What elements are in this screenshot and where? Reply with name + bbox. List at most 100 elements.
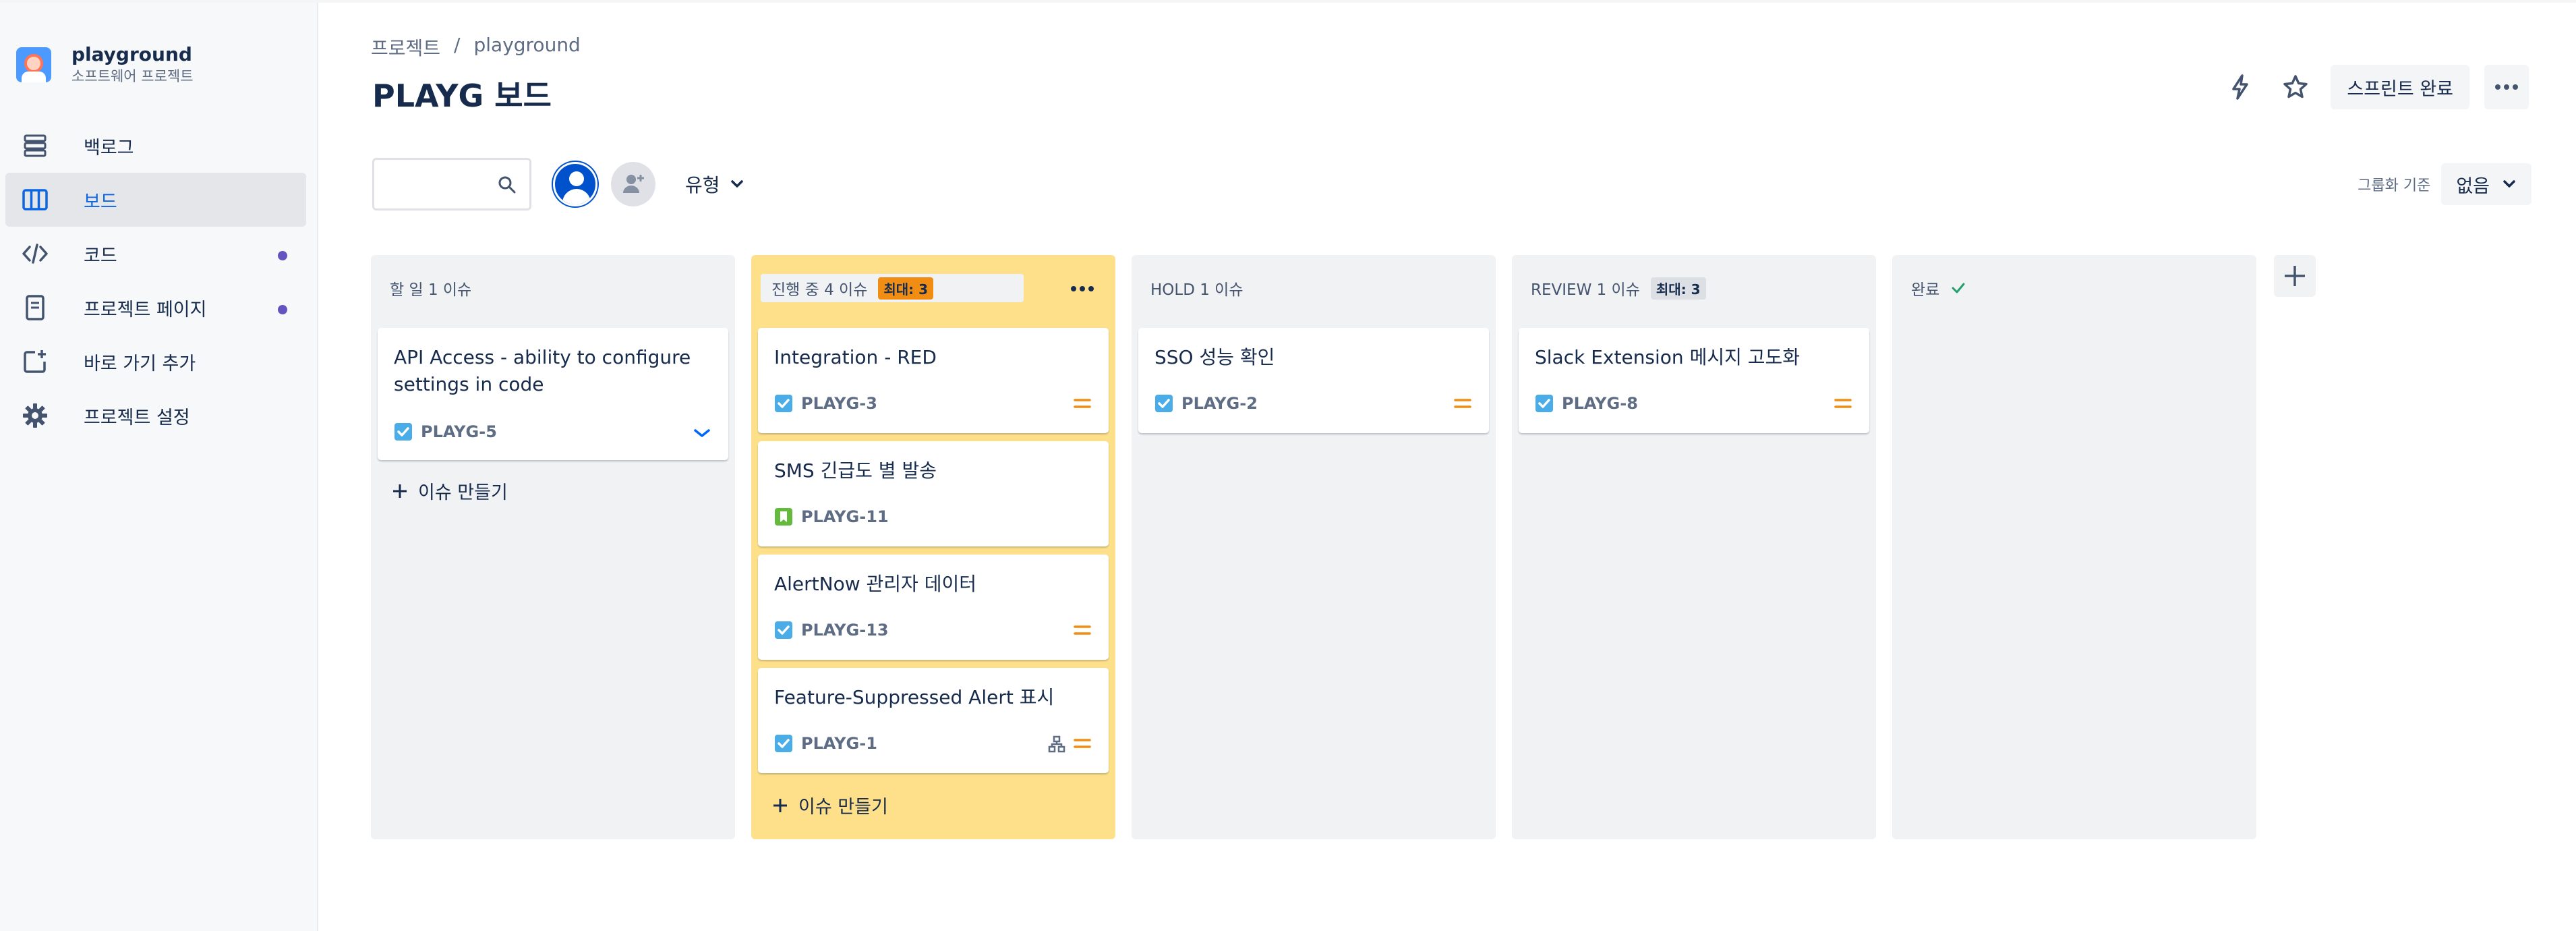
issue-title: Feature-Suppressed Alert 표시 [774, 686, 1055, 708]
sidebar-item-label: 프로젝트 페이지 [84, 299, 207, 320]
column-more-button[interactable] [1065, 275, 1099, 302]
task-icon [775, 621, 792, 639]
more-icon [1071, 286, 1094, 291]
issue-footer: PLAYG-11 [774, 507, 889, 526]
priority-medium-icon [1074, 625, 1091, 635]
column-title: HOLD 1 이슈 [1150, 281, 1243, 299]
plus-icon [773, 798, 787, 812]
board-icon [20, 185, 50, 215]
issue-card[interactable]: API Access - ability to configure settin… [378, 328, 728, 460]
column-review: REVIEW 1 이슈 최대: 3 Slack Extension 메시지 고도… [1512, 255, 1876, 839]
column-title: 완료 [1911, 281, 1940, 299]
column-title: 진행 중 4 이슈 [771, 281, 868, 299]
create-issue-label: 이슈 만들기 [418, 482, 508, 503]
wip-limit-badge: 최대: 3 [878, 277, 934, 300]
issue-card[interactable]: SMS 긴급도 별 발송 PLAYG-11 [758, 441, 1109, 546]
priority-medium-icon [1454, 399, 1471, 408]
column-header[interactable]: 진행 중 4 이슈 최대: 3 [761, 274, 1024, 302]
column-hold: HOLD 1 이슈 SSO 성능 확인 PLAYG-2 [1132, 255, 1496, 839]
sidebar-item-label: 백로그 [84, 137, 134, 159]
issue-key[interactable]: PLAYG-3 [801, 394, 877, 413]
issue-key[interactable]: PLAYG-13 [801, 621, 889, 640]
create-issue-button[interactable]: 이슈 만들기 [391, 478, 508, 504]
priority-low-icon [694, 429, 710, 437]
column-header[interactable]: 할 일 1 이슈 [390, 277, 471, 300]
issue-key[interactable]: PLAYG-11 [801, 507, 889, 526]
complete-sprint-button[interactable]: 스프린트 완료 [2331, 65, 2469, 109]
issue-title: API Access - ability to configure settin… [394, 346, 691, 395]
chevron-down-icon [730, 180, 743, 188]
issue-title: Slack Extension 메시지 고도화 [1535, 346, 1801, 368]
star-button[interactable] [2275, 67, 2316, 107]
type-filter-dropdown[interactable]: 유형 [685, 171, 744, 198]
priority-medium-icon [1834, 399, 1852, 408]
project-header[interactable]: playground 소프트웨어 프로젝트 [16, 43, 194, 86]
issue-key[interactable]: PLAYG-2 [1181, 394, 1258, 413]
check-icon [1952, 283, 1965, 293]
sidebar-item-label: 코드 [84, 245, 117, 266]
issue-footer: PLAYG-8 [1535, 394, 1638, 413]
breadcrumb-projects-link[interactable]: 프로젝트 [371, 34, 440, 61]
search-input[interactable] [382, 169, 490, 199]
sidebar-item-add-shortcut[interactable]: 바로 가기 추가 [5, 335, 306, 389]
issue-card[interactable]: Integration - RED PLAYG-3 [758, 328, 1109, 433]
sidebar-item-label: 프로젝트 설정 [84, 407, 190, 428]
sidebar-item-backlog[interactable]: 백로그 [5, 119, 306, 173]
task-icon [394, 423, 412, 441]
star-icon [2283, 75, 2308, 98]
user-avatar-filter[interactable] [553, 162, 597, 206]
sidebar-item-project-pages[interactable]: 프로젝트 페이지 [5, 281, 306, 335]
issue-footer: PLAYG-1 [774, 734, 877, 753]
column-title: 할 일 1 이슈 [390, 281, 472, 299]
plus-icon [393, 484, 407, 498]
gear-icon [20, 401, 50, 430]
more-icon [2495, 84, 2518, 90]
board-toolbar: 유형 [372, 158, 744, 210]
group-by-value: 없음 [2456, 175, 2490, 197]
priority-medium-icon [1074, 739, 1091, 748]
issue-card[interactable]: Slack Extension 메시지 고도화 PLAYG-8 [1519, 328, 1869, 433]
sidebar-item-board[interactable]: 보드 [5, 173, 306, 227]
column-header[interactable]: 완료 [1911, 277, 1966, 300]
chevron-down-icon [2503, 180, 2515, 188]
search-icon [498, 176, 516, 194]
code-icon [20, 239, 50, 269]
top-border [0, 0, 2576, 3]
issue-footer: PLAYG-3 [774, 394, 877, 413]
group-by-select[interactable]: 없음 [2441, 163, 2531, 205]
issue-title: SMS 긴급도 별 발송 [774, 459, 937, 482]
create-issue-button[interactable]: 이슈 만들기 [771, 792, 888, 818]
task-icon [775, 735, 792, 752]
backlog-icon [20, 131, 50, 161]
page-icon [20, 293, 50, 322]
add-people-button[interactable] [611, 162, 655, 206]
issue-key[interactable]: PLAYG-5 [421, 422, 497, 441]
sidebar-item-code[interactable]: 코드 [5, 227, 306, 281]
breadcrumb-project-link[interactable]: playground [473, 34, 580, 61]
add-column-button[interactable] [2274, 255, 2316, 297]
issue-card[interactable]: Feature-Suppressed Alert 표시 PLAYG-1 [758, 668, 1109, 773]
sidebar-item-label: 보드 [84, 191, 117, 213]
sidebar-item-project-settings[interactable]: 프로젝트 설정 [5, 389, 306, 443]
issue-title: Integration - RED [774, 346, 937, 368]
plus-icon [2285, 266, 2305, 286]
more-actions-button[interactable] [2484, 65, 2529, 109]
issue-key[interactable]: PLAYG-8 [1562, 394, 1638, 413]
notification-dot [278, 305, 287, 314]
project-type: 소프트웨어 프로젝트 [71, 68, 194, 84]
issue-key[interactable]: PLAYG-1 [801, 734, 877, 753]
child-issues-icon [1048, 735, 1065, 753]
create-issue-label: 이슈 만들기 [798, 797, 888, 818]
sidebar-item-label: 바로 가기 추가 [84, 353, 196, 374]
group-by: 그룹화 기준 없음 [2358, 163, 2531, 205]
issue-card[interactable]: AlertNow 관리자 데이터 PLAYG-13 [758, 555, 1109, 660]
column-header[interactable]: REVIEW 1 이슈 최대: 3 [1531, 277, 1706, 300]
search-box[interactable] [372, 158, 531, 210]
notification-dot [278, 251, 287, 260]
sidebar-nav: 백로그 보드 코드 프로젝트 페이지 바로 가기 추가 프로젝트 설정 [5, 119, 306, 443]
column-header[interactable]: HOLD 1 이슈 [1150, 277, 1243, 300]
task-icon [775, 395, 792, 412]
automation-button[interactable] [2220, 67, 2260, 107]
issue-card[interactable]: SSO 성능 확인 PLAYG-2 [1138, 328, 1489, 433]
column-todo: 할 일 1 이슈 API Access - ability to configu… [371, 255, 735, 839]
